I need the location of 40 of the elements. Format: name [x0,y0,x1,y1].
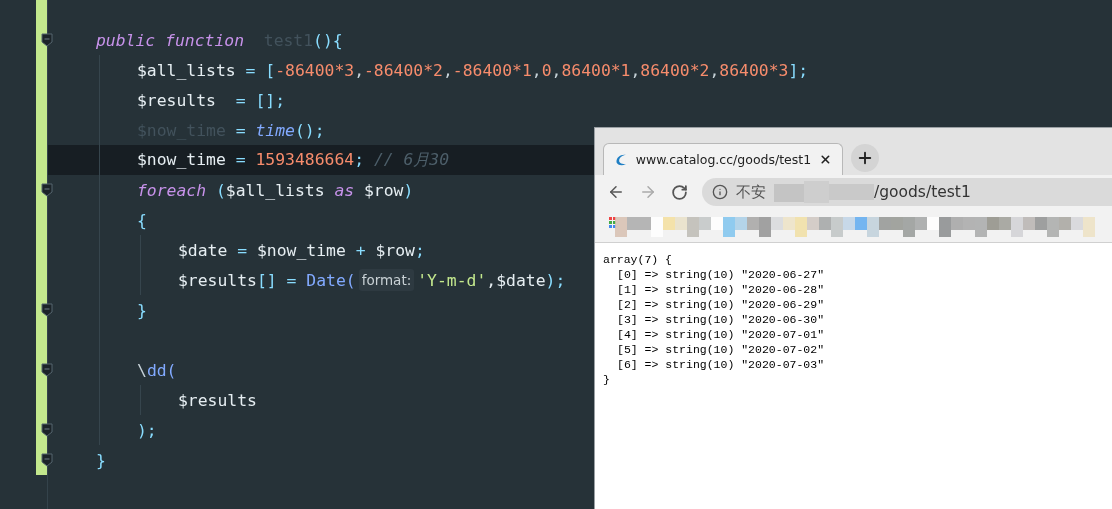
browser-tab[interactable]: www.catalog.cc/goods/test1 [603,143,843,175]
output-text: [4] => string(10) "2020-07-01" [616,327,825,342]
security-label: 不安 [736,182,766,202]
address-bar[interactable]: 不安 /goods/test1 [702,178,1112,206]
fold-marker-icon[interactable] [41,33,53,47]
code-text: foreach ($all_lists as $row) [137,180,414,200]
output-text: [5] => string(10) "2020-07-02" [616,342,825,357]
new-tab-button[interactable] [851,144,879,172]
code-text: $now_time = 1593486664; // 6月30 [137,149,450,171]
code-text: 'Y-m-d',$date); [417,270,566,290]
info-icon [712,184,728,200]
plus-icon [856,149,874,167]
fold-marker-icon[interactable] [41,303,53,317]
code-text: $results [178,390,257,410]
code-text: $results = []; [137,90,286,110]
fold-marker-icon[interactable] [41,363,53,377]
fold-marker-icon[interactable] [41,183,53,197]
code-text: ); [137,420,157,440]
output-text: array(7) { [603,252,672,267]
output-text: [2] => string(10) "2020-06-29" [616,297,825,312]
parameter-hint: format: [358,269,415,291]
back-button[interactable] [607,183,625,201]
tab-title: www.catalog.cc/goods/test1 [635,152,812,167]
output-text: } [603,372,610,387]
url-path: /goods/test1 [874,183,971,201]
output-text: [0] => string(10) "2020-06-27" [616,267,825,282]
reload-button[interactable] [671,183,688,201]
output-text: [1] => string(10) "2020-06-28" [616,282,825,297]
code-text: \dd( [137,360,177,380]
code-text: } [96,450,106,470]
output-text: [6] => string(10) "2020-07-03" [616,357,825,372]
fold-marker-icon[interactable] [41,423,53,437]
code-text: $all_lists = [-86400*3,-86400*2,-86400*1,0,86400*1,86400*2,86400*3]; [137,60,809,80]
code-text: { [137,210,147,230]
output-text: [3] => string(10) "2020-06-30" [616,312,825,327]
fold-marker-icon[interactable] [41,453,53,467]
code-text: $results[] = Date( [178,270,356,290]
code-text: $date = $now_time + $row; [178,240,425,260]
code-text: } [137,300,147,320]
close-icon[interactable] [819,152,832,167]
